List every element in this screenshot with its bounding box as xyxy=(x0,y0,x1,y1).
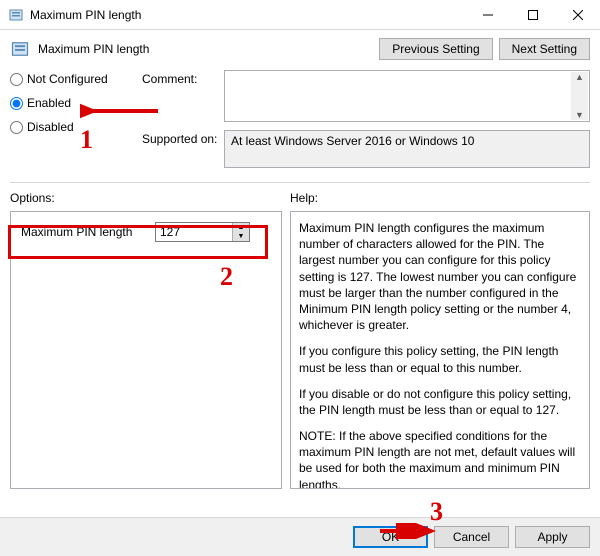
radio-disabled-input[interactable] xyxy=(10,121,23,134)
help-text[interactable]: Maximum PIN length configures the maximu… xyxy=(291,212,589,488)
radio-enabled-label: Enabled xyxy=(27,96,71,110)
apply-button[interactable]: Apply xyxy=(515,526,590,548)
minimize-button[interactable] xyxy=(465,0,510,30)
spin-up-button[interactable]: ▲ xyxy=(233,223,249,232)
help-label: Help: xyxy=(290,191,318,205)
radio-enabled-input[interactable] xyxy=(10,97,23,110)
radio-not-configured-label: Not Configured xyxy=(27,72,108,86)
page-title: Maximum PIN length xyxy=(38,42,379,56)
scroll-up-icon[interactable]: ▲ xyxy=(575,72,584,82)
help-paragraph: If you disable or do not configure this … xyxy=(299,386,579,418)
supported-label: Supported on: xyxy=(142,130,224,146)
help-paragraph: If you configure this policy setting, th… xyxy=(299,343,579,375)
window-title: Maximum PIN length xyxy=(30,8,465,22)
spin-down-button[interactable]: ▼ xyxy=(233,232,249,241)
next-setting-button[interactable]: Next Setting xyxy=(499,38,590,60)
options-label: Options: xyxy=(10,191,290,205)
comment-textarea[interactable]: ▲ ▼ xyxy=(224,70,590,122)
help-paragraph: Maximum PIN length configures the maximu… xyxy=(299,220,579,333)
scroll-down-icon[interactable]: ▼ xyxy=(575,110,584,120)
footer: OK Cancel Apply xyxy=(0,517,600,556)
radio-disabled[interactable]: Disabled xyxy=(10,120,142,134)
radio-enabled[interactable]: Enabled xyxy=(10,96,142,110)
close-button[interactable] xyxy=(555,0,600,30)
maximize-button[interactable] xyxy=(510,0,555,30)
radio-not-configured-input[interactable] xyxy=(10,73,23,86)
comment-label: Comment: xyxy=(142,70,224,86)
max-pin-length-input[interactable] xyxy=(156,223,232,241)
max-pin-length-spinner[interactable]: ▲ ▼ xyxy=(155,222,250,242)
scrollbar[interactable]: ▲ ▼ xyxy=(571,72,588,120)
titlebar: Maximum PIN length xyxy=(0,0,600,30)
previous-setting-button[interactable]: Previous Setting xyxy=(379,38,492,60)
policy-icon xyxy=(10,39,30,59)
help-panel: Maximum PIN length configures the maximu… xyxy=(290,211,590,489)
policy-icon xyxy=(8,7,24,23)
radio-disabled-label: Disabled xyxy=(27,120,74,134)
options-panel: Maximum PIN length ▲ ▼ xyxy=(10,211,282,489)
divider xyxy=(10,182,590,183)
supported-on-value: At least Windows Server 2016 or Windows … xyxy=(224,130,590,168)
radio-not-configured[interactable]: Not Configured xyxy=(10,72,142,86)
help-paragraph: NOTE: If the above specified conditions … xyxy=(299,428,579,488)
cancel-button[interactable]: Cancel xyxy=(434,526,509,548)
max-pin-length-label: Maximum PIN length xyxy=(21,225,149,239)
ok-button[interactable]: OK xyxy=(353,526,428,548)
